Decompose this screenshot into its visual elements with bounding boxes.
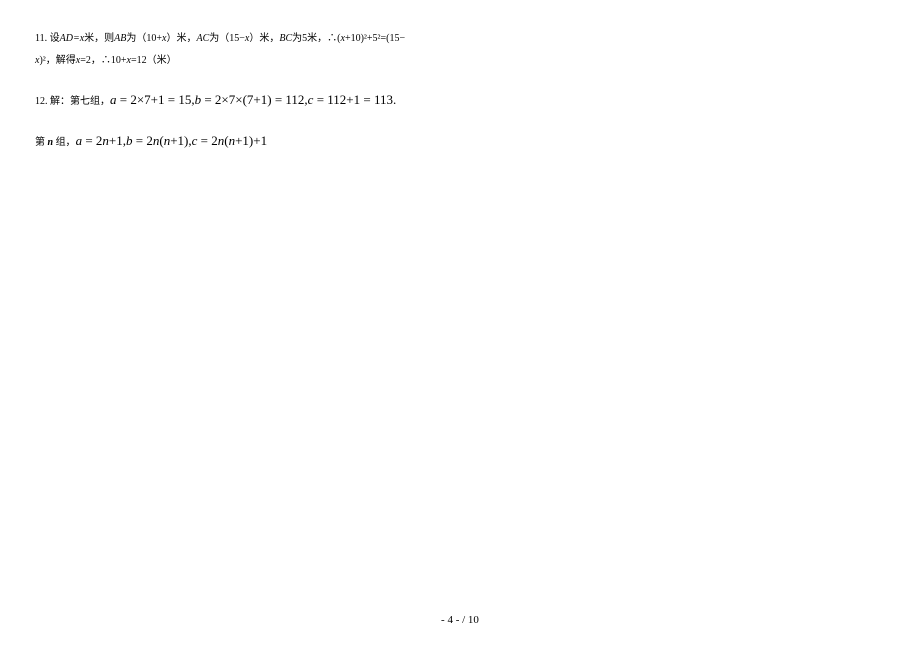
problem-n-group: 第 n 组，a = 2n+1,b = 2n(n+1),c = 2n(n+1)+1 bbox=[35, 129, 885, 152]
p11-t1: 米，则 bbox=[84, 33, 114, 44]
p11-l2-t3: =12（米） bbox=[131, 55, 177, 66]
problem-11-line-1: 11. 设AD=x米，则AB为（10+x）米，AC为（15−x）米，BC为5米，… bbox=[35, 30, 885, 48]
p11-t5: ）米， bbox=[249, 33, 279, 44]
p11-t4: 为（15− bbox=[209, 33, 245, 44]
pn-eq3c: +1)+1 bbox=[235, 133, 267, 148]
page-footer: - 4 - / 10 bbox=[0, 614, 920, 626]
pn-eq2: = 2 bbox=[133, 133, 153, 148]
p11-l2-t1: )²，解得 bbox=[39, 55, 75, 66]
p12-eq2: = 2×7×(7+1) = 112, bbox=[201, 92, 308, 107]
problem-12: 12. 解：第七组，a = 2×7+1 = 15,b = 2×7×(7+1) =… bbox=[35, 88, 885, 111]
p11-t2: 为（10+ bbox=[126, 33, 162, 44]
p11-t7: +10)²+5²=(15− bbox=[345, 33, 405, 44]
pn-eq3: = 2 bbox=[197, 133, 217, 148]
p11-l2-t2: =2，∴10+ bbox=[80, 55, 126, 66]
p11-ac: AC bbox=[196, 33, 209, 44]
p11-prefix: 11. 设 bbox=[35, 33, 60, 44]
pn-eq1: = 2 bbox=[82, 133, 102, 148]
pn-t1: 组， bbox=[56, 137, 76, 148]
p12-eq3: = 112+1 = 113. bbox=[313, 92, 396, 107]
pn-n: n bbox=[45, 137, 56, 148]
p11-ab: AB bbox=[114, 33, 126, 44]
p12-eq1: = 2×7+1 = 15, bbox=[117, 92, 195, 107]
p11-bc: BC bbox=[279, 33, 292, 44]
pn-prefix: 第 bbox=[35, 137, 45, 148]
pn-eq2c: +1), bbox=[170, 133, 191, 148]
p11-ad: AD=x bbox=[60, 33, 85, 44]
p12-prefix: 12. 解：第七组， bbox=[35, 96, 110, 107]
p11-t3: ）米， bbox=[166, 33, 196, 44]
p11-t6: 为5米，∴( bbox=[292, 33, 340, 44]
problem-11-line-2: x)²，解得x=2，∴10+x=12（米） bbox=[35, 52, 885, 70]
pn-eq1b: +1, bbox=[109, 133, 126, 148]
